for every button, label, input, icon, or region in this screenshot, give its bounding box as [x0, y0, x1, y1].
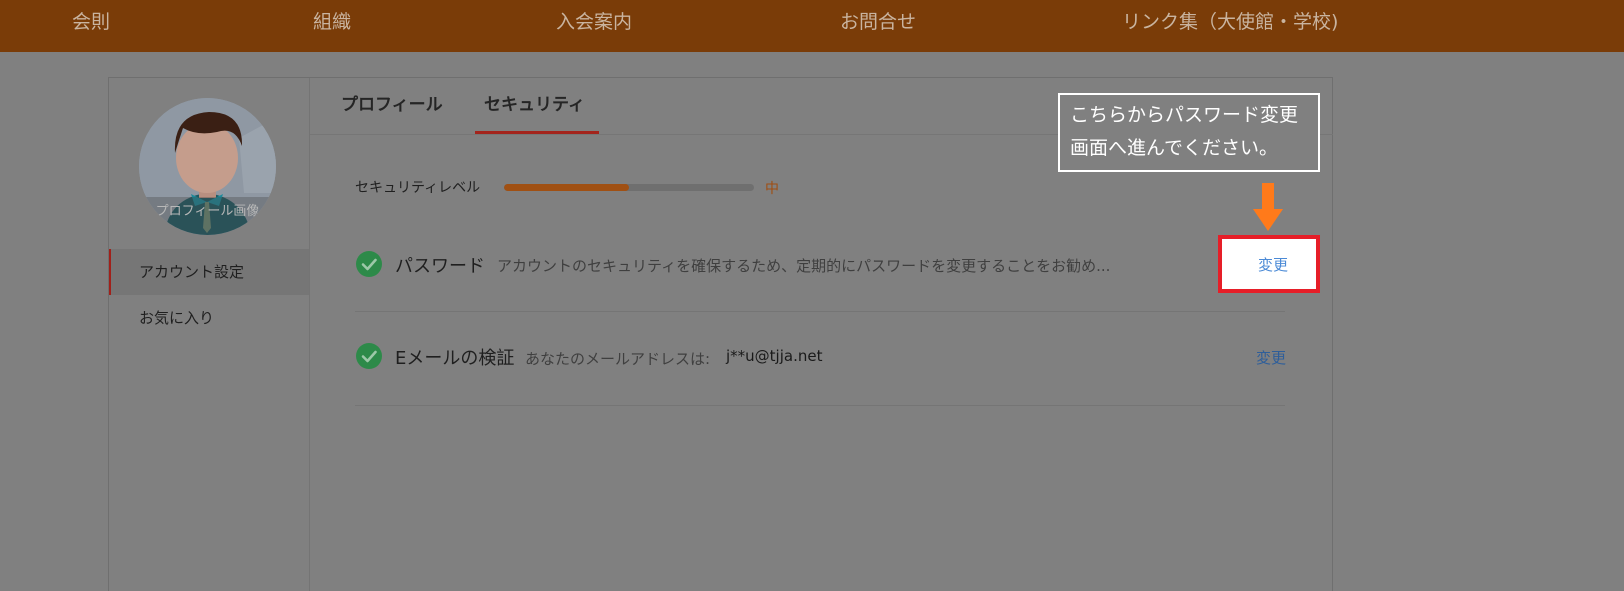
- nav-item-membership[interactable]: 入会案内: [556, 8, 632, 36]
- password-title: パスワード: [395, 256, 485, 277]
- nav-item-rules[interactable]: 会則: [72, 8, 110, 36]
- password-description: アカウントのセキュリティを確保するため、定期的にパスワードを変更することをお勧め…: [497, 257, 1111, 275]
- email-verification-title: Eメールの検証: [395, 348, 515, 369]
- row-divider: [355, 405, 1285, 406]
- sidebar-item-favorites[interactable]: お気に入り: [109, 295, 309, 341]
- tab-security[interactable]: セキュリティ: [484, 92, 585, 118]
- callout-line-2: 画面へ進んでください。: [1070, 137, 1279, 159]
- password-change-link[interactable]: 変更: [1258, 254, 1288, 275]
- row-divider: [355, 311, 1285, 312]
- email-address: j**u@tjja.net: [726, 347, 823, 365]
- instruction-callout: こちらからパスワード変更 画面へ進んでください。: [1058, 93, 1320, 172]
- tab-profile[interactable]: プロフィール: [341, 92, 443, 118]
- security-level-bar: [504, 184, 754, 191]
- security-level-fill: [504, 184, 629, 191]
- top-navigation: 会則 組織 入会案内 お問合せ リンク集（大使館・学校): [0, 0, 1624, 52]
- email-change-link[interactable]: 変更: [1256, 347, 1286, 368]
- check-circle-icon: [356, 343, 382, 369]
- sidebar: プロフィール画像 アカウント設定 お気に入り: [109, 78, 310, 591]
- arrow-down-icon: [1253, 183, 1283, 231]
- email-description: あなたのメールアドレスは:: [525, 350, 711, 368]
- sidebar-item-account-settings[interactable]: アカウント設定: [109, 249, 309, 295]
- avatar-label: プロフィール画像: [139, 197, 276, 235]
- security-level-value: 中: [765, 181, 779, 197]
- password-change-highlight: 変更: [1218, 235, 1320, 293]
- active-tab-indicator: [475, 131, 599, 134]
- nav-item-links[interactable]: リンク集（大使館・学校): [1122, 8, 1338, 36]
- callout-line-1: こちらからパスワード変更: [1070, 104, 1299, 126]
- nav-item-contact[interactable]: お問合せ: [840, 8, 916, 36]
- nav-item-organization[interactable]: 組織: [313, 8, 351, 36]
- security-level-label: セキュリティレベル: [355, 180, 481, 196]
- avatar[interactable]: プロフィール画像: [139, 98, 276, 235]
- check-circle-icon: [356, 251, 382, 277]
